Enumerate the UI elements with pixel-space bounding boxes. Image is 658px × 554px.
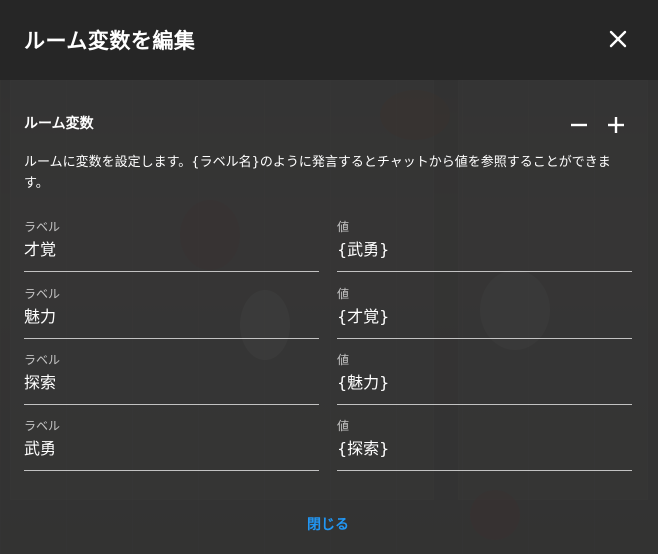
label-caption: ラベル bbox=[24, 287, 61, 301]
value-caption: 値 bbox=[337, 220, 350, 234]
label-input[interactable]: 魅力 bbox=[24, 303, 319, 327]
description-text: ルームに変数を設定します。{ラベル名}のように発言するとチャットから値を参照する… bbox=[24, 155, 611, 191]
value-caption: 値 bbox=[337, 353, 350, 367]
label-field[interactable]: ラベル 魅力 bbox=[24, 285, 319, 339]
label-field[interactable]: ラベル 探索 bbox=[24, 351, 319, 405]
edit-room-variables-dialog: ルーム変数を編集 ルーム変数 ルームに変数を設定します。{ラベル名}のように発言… bbox=[0, 0, 658, 554]
label-field[interactable]: ラベル 武勇 bbox=[24, 417, 319, 471]
plus-icon bbox=[608, 117, 624, 133]
label-input[interactable]: 才覚 bbox=[24, 236, 319, 260]
value-field[interactable]: 値 {魅力} bbox=[337, 351, 632, 405]
label-input[interactable]: 探索 bbox=[24, 369, 319, 393]
value-input[interactable]: {探索} bbox=[337, 435, 632, 459]
label-caption: ラベル bbox=[24, 419, 61, 433]
label-field[interactable]: ラベル 才覚 bbox=[24, 218, 319, 272]
label-caption: ラベル bbox=[24, 220, 61, 234]
value-input[interactable]: {才覚} bbox=[337, 303, 632, 327]
value-input[interactable]: {魅力} bbox=[337, 369, 632, 393]
dialog-title: ルーム変数を編集 bbox=[24, 29, 196, 53]
add-variable-button[interactable] bbox=[606, 115, 626, 135]
value-caption: 値 bbox=[337, 419, 350, 433]
value-field[interactable]: 値 {探索} bbox=[337, 417, 632, 471]
value-input[interactable]: {武勇} bbox=[337, 236, 632, 260]
remove-variable-button[interactable] bbox=[569, 115, 589, 135]
label-caption: ラベル bbox=[24, 353, 61, 367]
close-icon bbox=[609, 30, 627, 48]
close-dialog-button[interactable]: 閉じる bbox=[290, 512, 366, 538]
value-caption: 値 bbox=[337, 287, 350, 301]
minus-icon bbox=[571, 123, 587, 127]
dialog-header: ルーム変数を編集 bbox=[0, 0, 658, 80]
value-field[interactable]: 値 {武勇} bbox=[337, 218, 632, 272]
value-field[interactable]: 値 {才覚} bbox=[337, 285, 632, 339]
label-input[interactable]: 武勇 bbox=[24, 435, 319, 459]
close-button[interactable] bbox=[608, 29, 628, 49]
section-title: ルーム変数 bbox=[24, 116, 94, 132]
